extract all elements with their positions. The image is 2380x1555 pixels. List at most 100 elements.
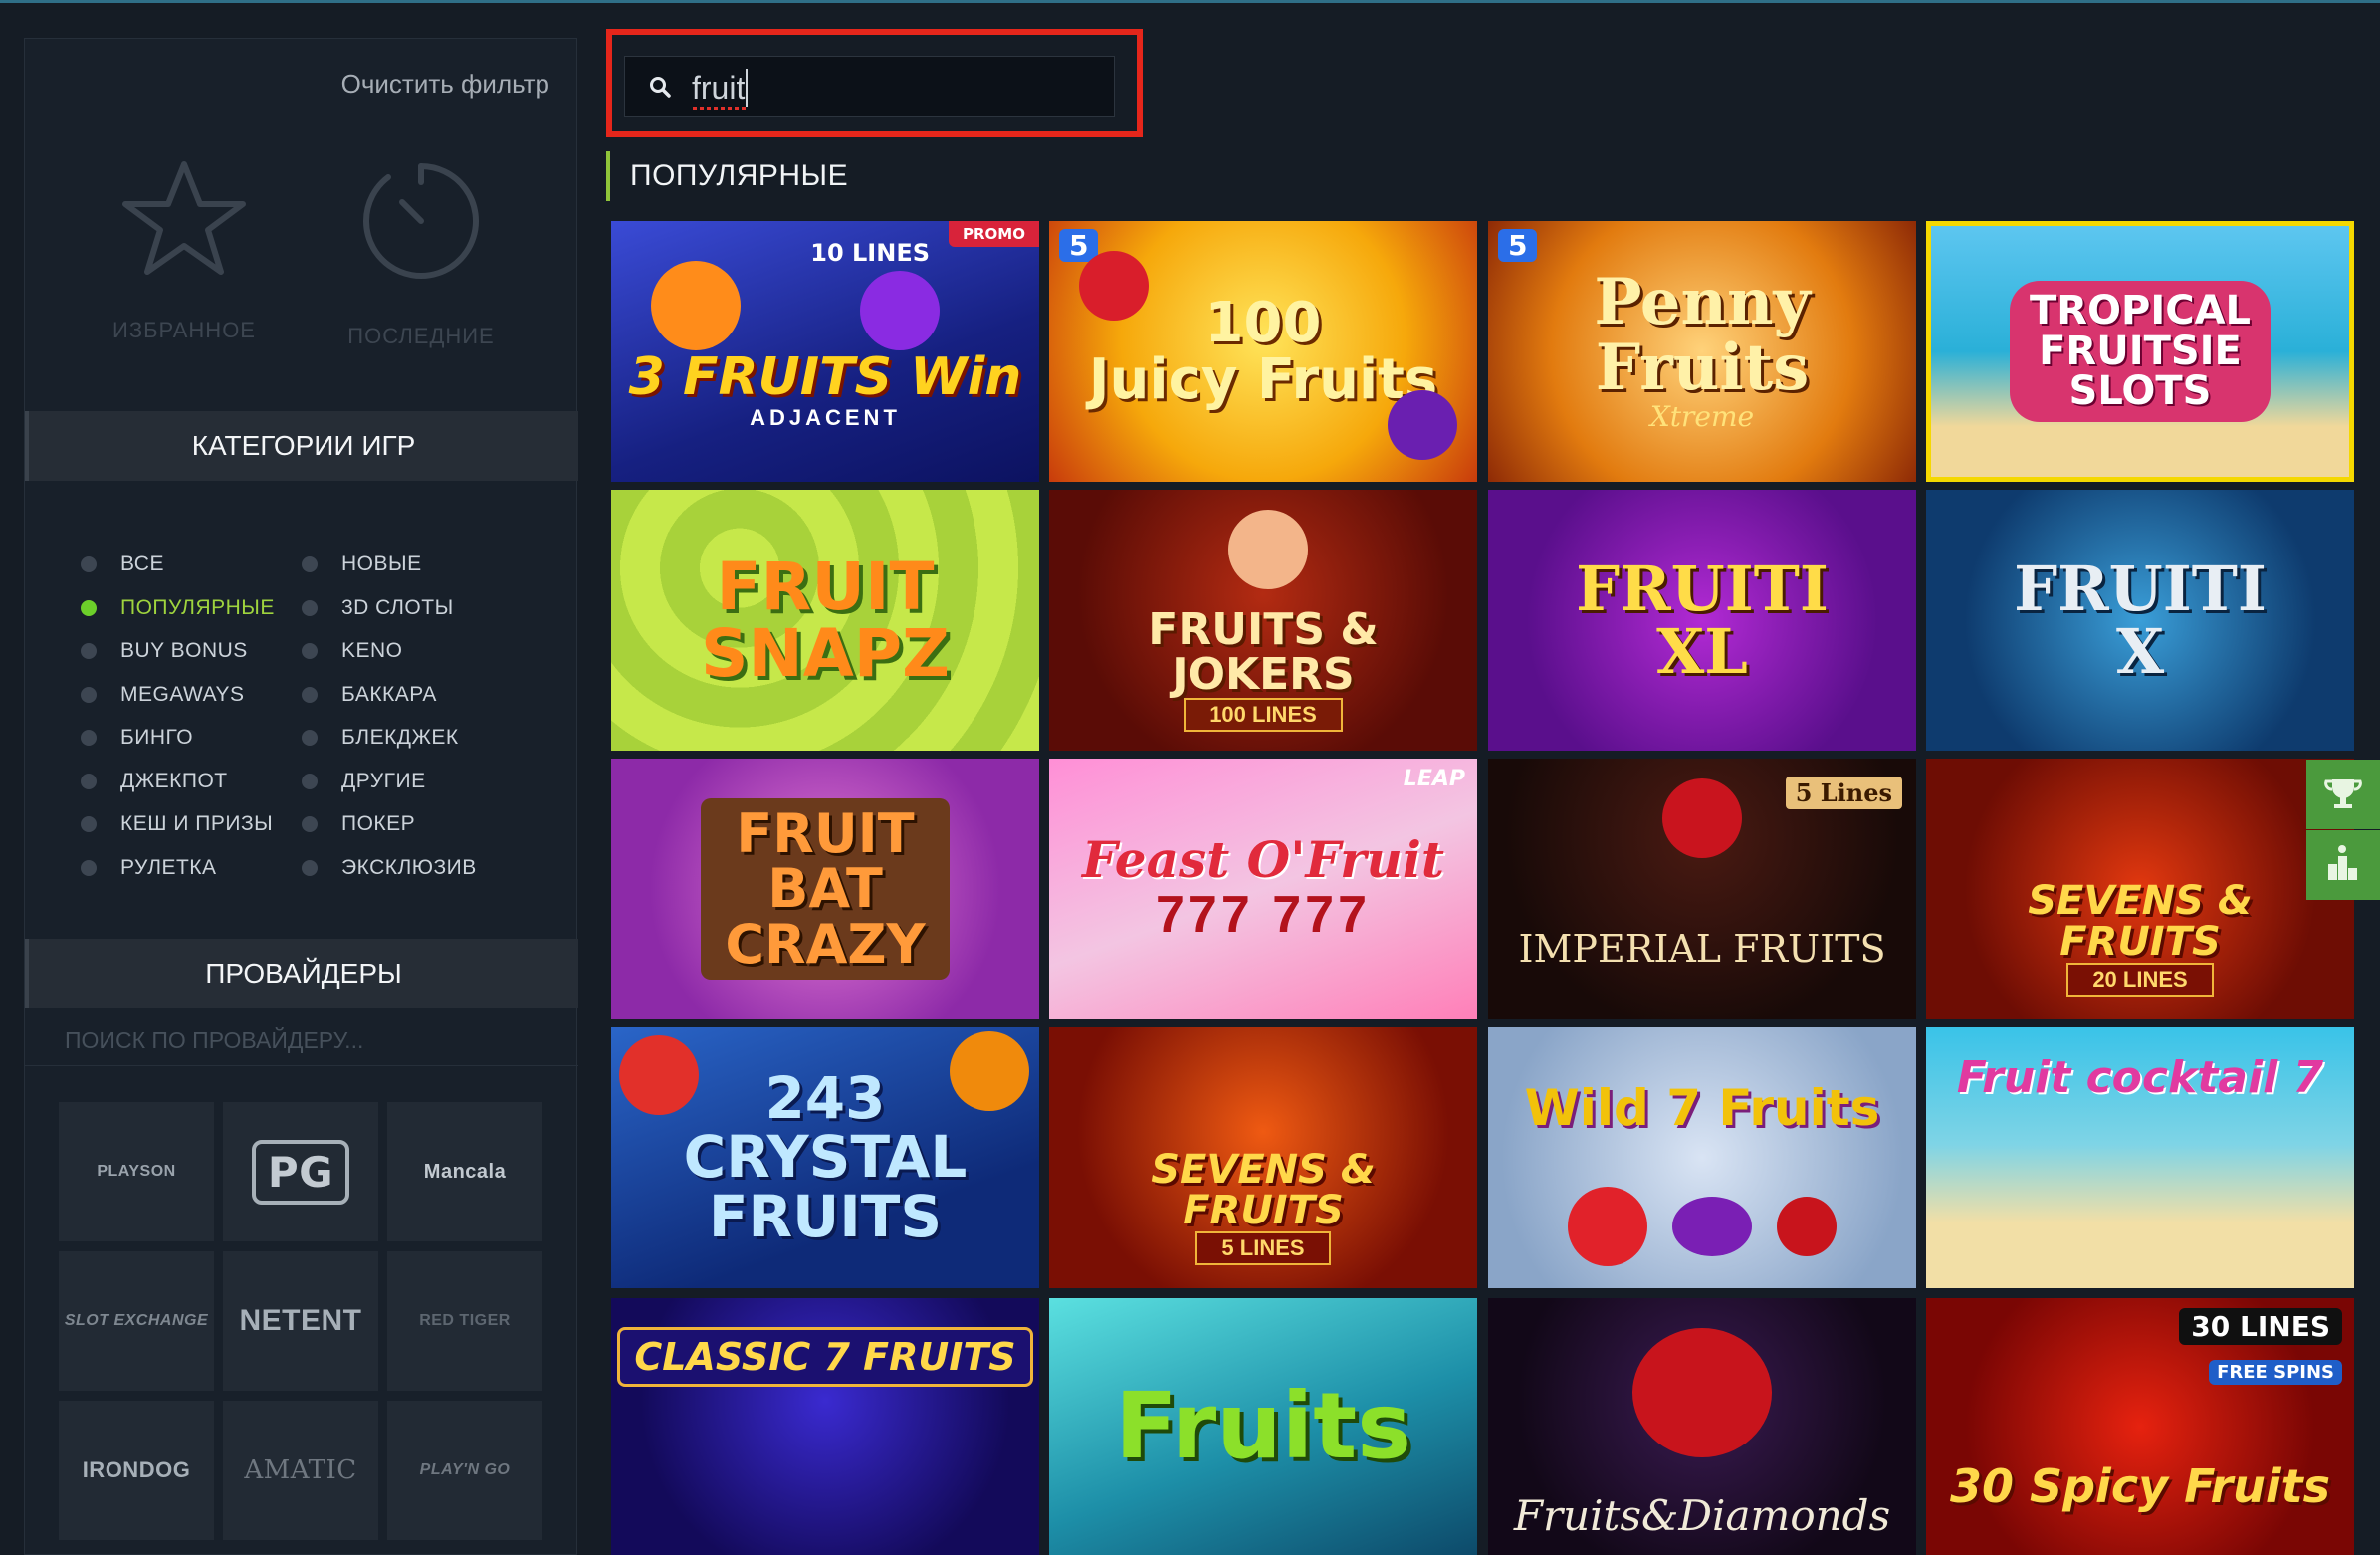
- game-tile[interactable]: FRUIT BAT CRAZY: [611, 759, 1039, 1019]
- category-3d-slots[interactable]: 3D СЛОТЫ: [302, 596, 454, 620]
- lines-badge: 30 LINES: [2179, 1308, 2342, 1345]
- game-title: Wild 7 Fruits: [1524, 1078, 1880, 1137]
- game-tile[interactable]: Fruit cocktail 7: [1926, 1027, 2354, 1288]
- cherry-decoration: [1777, 1197, 1837, 1256]
- game-tile[interactable]: TROPICAL FRUITSIE SLOTS: [1926, 221, 2354, 482]
- category-dot: [302, 730, 318, 746]
- provider-netent[interactable]: NETENT: [223, 1251, 378, 1391]
- game-title: CLASSIC 7 FRUITS: [617, 1326, 1033, 1388]
- game-tile[interactable]: 5 100 Juicy Fruits: [1049, 221, 1477, 482]
- version-badge: 5: [1498, 229, 1538, 262]
- game-title: 3 FRUITS Win: [628, 347, 1022, 408]
- category-jackpot[interactable]: ДЖЕКПОТ: [81, 770, 228, 793]
- lines-badge: 5 Lines: [1785, 777, 1902, 809]
- provider-irondog[interactable]: IRONDOG: [59, 1401, 214, 1540]
- category-cash-prizes[interactable]: КЕШ И ПРИЗЫ: [81, 812, 273, 836]
- orange-decoration: [950, 1031, 1029, 1111]
- game-tile[interactable]: FRUIT SNAPZ: [611, 490, 1039, 751]
- category-blackjack[interactable]: БЛЕКДЖЕК: [302, 726, 459, 750]
- joker-face-decoration: [1228, 510, 1308, 589]
- search-icon: [650, 77, 671, 98]
- category-poker[interactable]: ПОКЕР: [302, 812, 415, 836]
- spellcheck-underline: [693, 107, 747, 110]
- favorites-label: ИЗБРАННОЕ: [112, 318, 256, 342]
- provider-pg[interactable]: PG: [223, 1102, 378, 1241]
- game-tile[interactable]: FRUITI X: [1926, 490, 2354, 751]
- game-subtitle: Xtreme: [1649, 399, 1755, 433]
- favorites-button[interactable]: ИЗБРАННОЕ: [85, 158, 284, 343]
- game-tile[interactable]: LEAP Feast O'Fruit 777 777: [1049, 759, 1477, 1019]
- plum-decoration: [1388, 390, 1457, 460]
- watermelon-decoration: [619, 1035, 699, 1115]
- game-title: SEVENS & FRUITS: [1151, 1147, 1376, 1233]
- provider-red-tiger[interactable]: RED TIGER: [387, 1251, 542, 1391]
- category-baccarat[interactable]: БАККАРА: [302, 683, 437, 707]
- promo-badge: PROMO: [949, 221, 1039, 247]
- orange-decoration: [651, 261, 741, 350]
- category-keno[interactable]: KENO: [302, 639, 403, 663]
- game-tile[interactable]: Fruits&Diamonds: [1488, 1298, 1916, 1555]
- game-tile[interactable]: SEVENS & FRUITS 5 LINES: [1049, 1027, 1477, 1288]
- game-tile[interactable]: SEVENS & FRUITS 20 LINES: [1926, 759, 2354, 1019]
- category-all[interactable]: ВСЕ: [81, 553, 164, 576]
- game-subtitle: 100 LINES: [1184, 697, 1343, 732]
- game-tile[interactable]: Fruits: [1049, 1298, 1477, 1555]
- category-dot: [302, 600, 318, 616]
- category-dot: [81, 730, 97, 746]
- game-tile[interactable]: 5 Penny Fruits Xtreme: [1488, 221, 1916, 482]
- game-tile[interactable]: PROMO 10 LINES 3 FRUITS Win ADJACENT: [611, 221, 1039, 482]
- category-other[interactable]: ДРУГИЕ: [302, 770, 426, 793]
- category-popular[interactable]: ПОПУЛЯРНЫЕ: [81, 596, 275, 620]
- game-tile[interactable]: 243 CRYSTAL FRUITS: [611, 1027, 1039, 1288]
- game-title: SEVENS & FRUITS: [2028, 878, 2253, 965]
- game-title: FRUITI XL: [1576, 552, 1829, 688]
- game-tile[interactable]: Wild 7 Fruits: [1488, 1027, 1916, 1288]
- category-label: MEGAWAYS: [120, 683, 245, 706]
- game-title: IMPERIAL FRUITS: [1518, 926, 1886, 971]
- category-exclusive[interactable]: ЭКСКЛЮЗИВ: [302, 856, 477, 880]
- crown-decoration: [1662, 778, 1742, 858]
- game-tile[interactable]: FRUITS & JOKERS 100 LINES: [1049, 490, 1477, 751]
- category-label: НОВЫЕ: [341, 553, 422, 575]
- category-bingo[interactable]: БИНГО: [81, 726, 193, 750]
- tournaments-button[interactable]: [2306, 760, 2380, 829]
- leaderboard-button[interactable]: [2306, 830, 2380, 900]
- game-title: Fruits&Diamonds: [1513, 1490, 1891, 1540]
- category-dot: [302, 687, 318, 703]
- recent-button[interactable]: ПОСЛЕДНИЕ: [322, 158, 521, 349]
- category-roulette[interactable]: РУЛЕТКА: [81, 856, 217, 880]
- search-input[interactable]: fruit: [624, 56, 1115, 117]
- game-subtitle: ADJACENT: [750, 404, 901, 430]
- category-megaways[interactable]: MEGAWAYS: [81, 683, 245, 707]
- provider-slot-exchange[interactable]: SLOT EXCHANGE: [59, 1251, 214, 1391]
- category-buy-bonus[interactable]: BUY BONUS: [81, 639, 248, 663]
- category-dot: [302, 643, 318, 659]
- game-tile[interactable]: 30 LINES FREE SPINS 30 Spicy Fruits: [1926, 1298, 2354, 1555]
- provider-playson[interactable]: PLAYSON: [59, 1102, 214, 1241]
- category-label: KENO: [341, 639, 403, 662]
- filter-sidebar: Очистить фильтр ИЗБРАННОЕ ПОСЛЕДНИЕ КАТЕ…: [24, 38, 578, 1555]
- game-title: Feast O'Fruit: [1082, 829, 1444, 889]
- free-spins-badge: FREE SPINS: [2209, 1360, 2342, 1385]
- provider-mancala[interactable]: Mancala: [387, 1102, 542, 1241]
- provider-playngo[interactable]: PLAY'N GO: [387, 1401, 542, 1540]
- category-label: 3D СЛОТЫ: [341, 596, 454, 619]
- timer-icon: [363, 163, 479, 279]
- category-label: BUY BONUS: [120, 639, 248, 662]
- category-label: ДРУГИЕ: [341, 770, 426, 792]
- clear-filter-link[interactable]: Очистить фильтр: [341, 69, 549, 100]
- trophy-icon: [2324, 779, 2362, 808]
- category-dot: [302, 774, 318, 789]
- game-tile[interactable]: FRUITI XL: [1488, 490, 1916, 751]
- category-label: БЛЕКДЖЕК: [341, 726, 459, 749]
- game-tile[interactable]: CLASSIC 7 FRUITS: [611, 1298, 1039, 1555]
- category-dot-active: [81, 600, 97, 616]
- category-label: БАККАРА: [341, 683, 437, 706]
- provider-badge: LEAP: [1403, 767, 1465, 791]
- category-new[interactable]: НОВЫЕ: [302, 553, 422, 576]
- game-tile[interactable]: 5 Lines IMPERIAL FRUITS: [1488, 759, 1916, 1019]
- provider-search-input[interactable]: ПОИСК ПО ПРОВАЙДЕРУ...: [25, 1014, 578, 1066]
- provider-amatic[interactable]: AMATIC: [223, 1401, 378, 1540]
- category-label: КЕШ И ПРИЗЫ: [120, 812, 274, 835]
- recent-label: ПОСЛЕДНИЕ: [347, 324, 495, 348]
